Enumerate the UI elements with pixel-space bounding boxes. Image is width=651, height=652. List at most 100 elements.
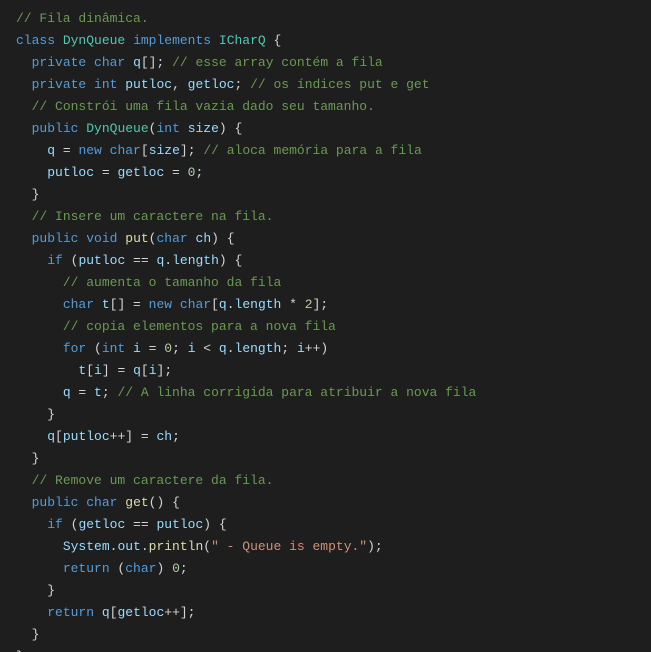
code-token: ch xyxy=(196,231,212,246)
code-token: // aumenta o tamanho da fila xyxy=(63,275,281,290)
code-line[interactable]: } xyxy=(16,184,651,206)
code-token: // Constrói uma fila vazia dado seu tama… xyxy=(32,99,375,114)
code-token xyxy=(16,231,32,246)
code-token: println xyxy=(149,539,204,554)
code-token: // os índices put e get xyxy=(250,77,429,92)
code-line[interactable]: public void put(char ch) { xyxy=(16,228,651,250)
code-token: } xyxy=(16,627,39,642)
code-token: void xyxy=(86,231,117,246)
code-line[interactable]: public char get() { xyxy=(16,492,651,514)
code-token: [ xyxy=(141,363,149,378)
code-token: i xyxy=(297,341,305,356)
code-line[interactable]: if (getloc == putloc) { xyxy=(16,514,651,536)
code-line[interactable]: // copia elementos para a nova fila xyxy=(16,316,651,338)
code-token: 0 xyxy=(172,561,180,576)
code-token: q xyxy=(133,55,141,70)
code-token: ++] = xyxy=(110,429,157,444)
code-line[interactable]: } xyxy=(16,646,651,652)
code-token xyxy=(16,539,63,554)
code-token xyxy=(16,385,63,400)
code-line[interactable]: q = t; // A linha corrigida para atribui… xyxy=(16,382,651,404)
code-token: } xyxy=(16,407,55,422)
code-token: length xyxy=(235,297,282,312)
code-token: . xyxy=(164,253,172,268)
code-token xyxy=(16,55,32,70)
code-line[interactable]: class DynQueue implements ICharQ { xyxy=(16,30,651,52)
code-token: putloc xyxy=(63,429,110,444)
code-token xyxy=(16,495,32,510)
code-line[interactable]: putloc = getloc = 0; xyxy=(16,162,651,184)
code-token: getloc xyxy=(188,77,235,92)
code-token: putloc xyxy=(47,165,94,180)
code-token: == xyxy=(125,253,156,268)
code-token: . xyxy=(227,297,235,312)
code-token xyxy=(102,143,110,158)
code-line[interactable]: q = new char[size]; // aloca memória par… xyxy=(16,140,651,162)
code-token: put xyxy=(125,231,148,246)
code-line[interactable]: // Fila dinâmica. xyxy=(16,8,651,30)
code-token: = xyxy=(71,385,94,400)
code-line[interactable]: } xyxy=(16,624,651,646)
code-line[interactable]: return q[getloc++]; xyxy=(16,602,651,624)
code-token: ; xyxy=(172,429,180,444)
code-token xyxy=(16,121,32,136)
code-token: getloc xyxy=(117,605,164,620)
code-line[interactable]: q[putloc++] = ch; xyxy=(16,426,651,448)
code-token: get xyxy=(125,495,148,510)
code-token: ++) xyxy=(305,341,328,356)
code-line[interactable]: return (char) 0; xyxy=(16,558,651,580)
code-token xyxy=(172,297,180,312)
code-token: if xyxy=(47,253,63,268)
code-token: ICharQ xyxy=(219,33,266,48)
code-token: } xyxy=(16,451,39,466)
code-token: size xyxy=(149,143,180,158)
code-line[interactable]: } xyxy=(16,404,651,426)
code-token: = xyxy=(141,341,164,356)
code-token xyxy=(188,231,196,246)
code-token: public xyxy=(32,495,79,510)
code-token xyxy=(16,275,63,290)
code-token: = xyxy=(164,165,187,180)
code-token xyxy=(16,209,32,224)
code-token: implements xyxy=(133,33,211,48)
code-token: 0 xyxy=(164,341,172,356)
code-token xyxy=(16,363,78,378)
code-line[interactable]: // Insere um caractere na fila. xyxy=(16,206,651,228)
code-token: size xyxy=(188,121,219,136)
code-token: ) xyxy=(156,561,172,576)
code-token: ) { xyxy=(203,517,226,532)
code-token: ; xyxy=(281,341,297,356)
code-line[interactable]: private char q[]; // esse array contém a… xyxy=(16,52,651,74)
code-line[interactable]: if (putloc == q.length) { xyxy=(16,250,651,272)
code-token xyxy=(16,253,47,268)
code-token: ( xyxy=(110,561,126,576)
code-token: []; xyxy=(141,55,172,70)
code-line[interactable]: System.out.println(" - Queue is empty.")… xyxy=(16,536,651,558)
code-token xyxy=(125,55,133,70)
code-line[interactable]: public DynQueue(int size) { xyxy=(16,118,651,140)
code-token: ( xyxy=(63,517,79,532)
code-line[interactable]: // Constrói uma fila vazia dado seu tama… xyxy=(16,96,651,118)
code-line[interactable]: // aumenta o tamanho da fila xyxy=(16,272,651,294)
code-token: . xyxy=(227,341,235,356)
code-editor[interactable]: // Fila dinâmica. class DynQueue implemen… xyxy=(0,0,651,652)
code-token: q xyxy=(219,341,227,356)
code-token: = xyxy=(55,143,78,158)
code-token: ch xyxy=(156,429,172,444)
code-line[interactable]: char t[] = new char[q.length * 2]; xyxy=(16,294,651,316)
code-token: ; xyxy=(180,561,188,576)
code-token: t xyxy=(102,297,110,312)
code-token: int xyxy=(102,341,125,356)
code-token: // A linha corrigida para atribuir a nov… xyxy=(117,385,476,400)
code-line[interactable]: for (int i = 0; i < q.length; i++) xyxy=(16,338,651,360)
code-token: length xyxy=(235,341,282,356)
code-token: getloc xyxy=(78,517,125,532)
code-line[interactable]: } xyxy=(16,580,651,602)
code-token: // Fila dinâmica. xyxy=(16,11,149,26)
code-line[interactable]: // Remove um caractere da fila. xyxy=(16,470,651,492)
code-token xyxy=(16,143,47,158)
code-line[interactable]: private int putloc, getloc; // os índice… xyxy=(16,74,651,96)
code-line[interactable]: t[i] = q[i]; xyxy=(16,360,651,382)
code-line[interactable]: } xyxy=(16,448,651,470)
code-token: . xyxy=(141,539,149,554)
